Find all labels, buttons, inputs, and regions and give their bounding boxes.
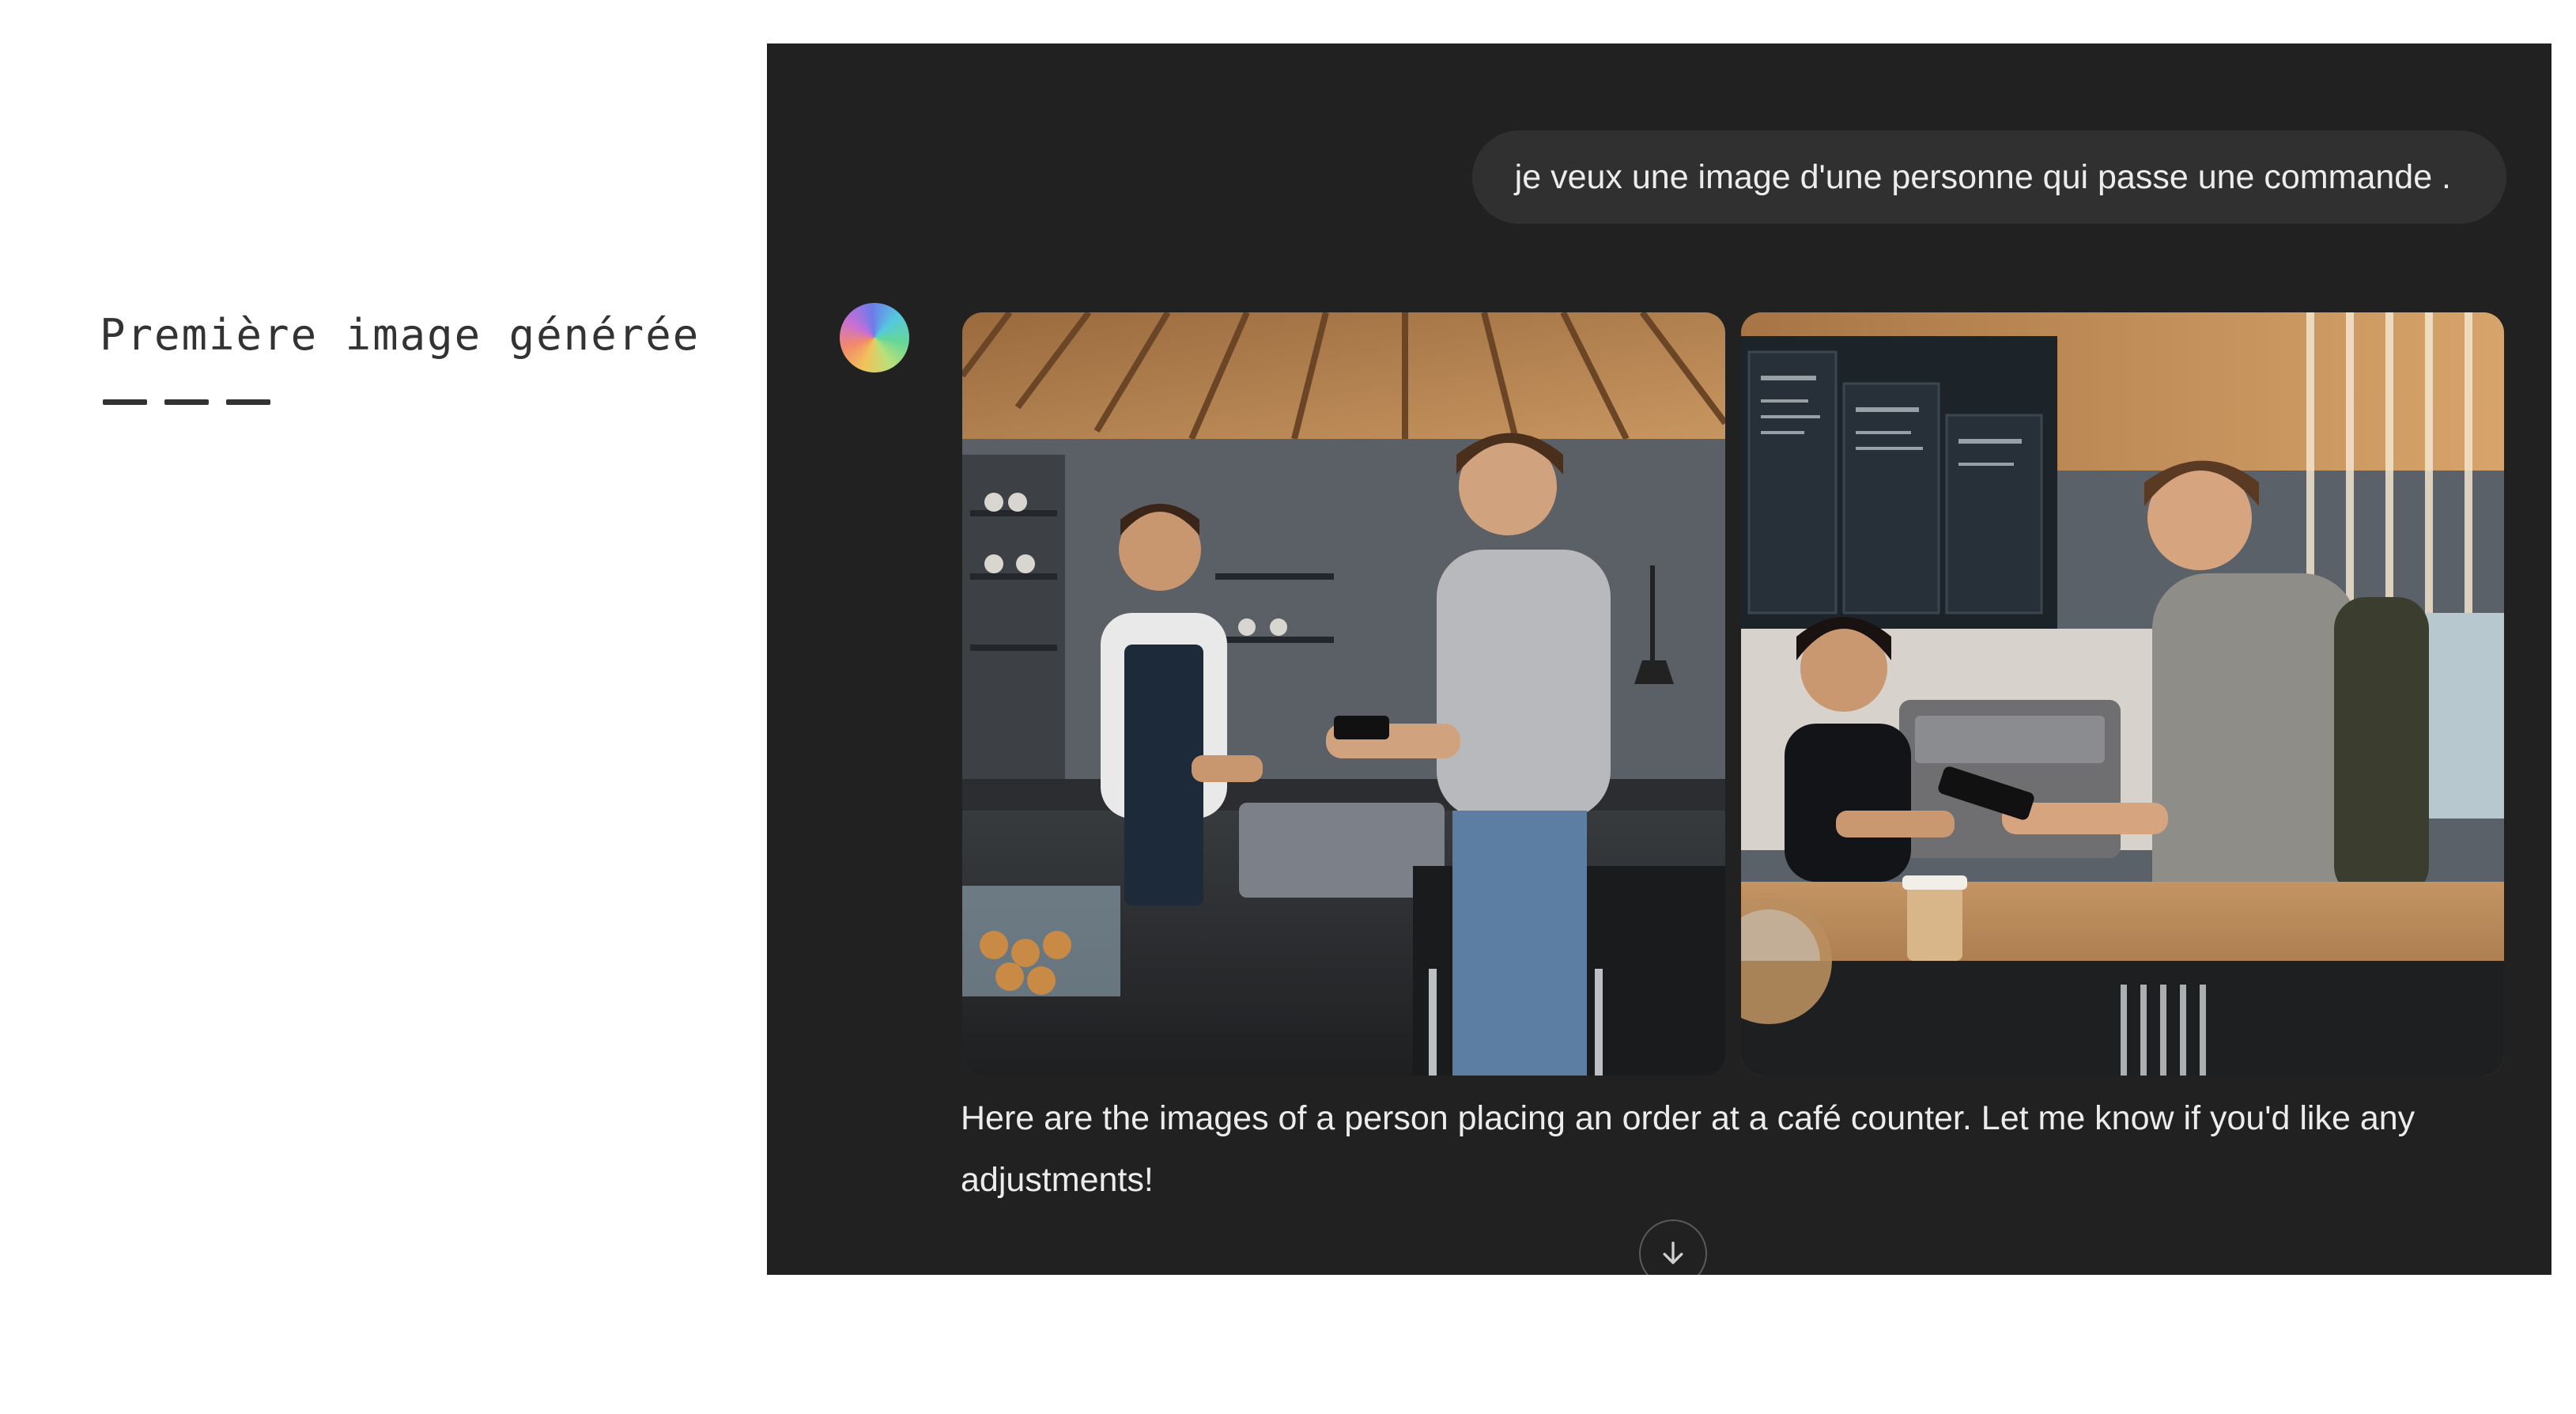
scroll-to-bottom-button[interactable] bbox=[1639, 1219, 1707, 1275]
generated-image-1[interactable] bbox=[962, 312, 1725, 1076]
generated-image-2[interactable] bbox=[1741, 312, 2504, 1076]
generated-images bbox=[962, 312, 2504, 1076]
cafe-scene-illustration bbox=[1741, 312, 2504, 1076]
dash bbox=[103, 399, 147, 405]
slide-title: Première image générée bbox=[100, 310, 701, 360]
dash bbox=[164, 399, 209, 405]
dash bbox=[226, 399, 270, 405]
user-message-bubble: je veux une image d'une personne qui pas… bbox=[1471, 130, 2506, 224]
user-message-text: je veux une image d'une personne qui pas… bbox=[1514, 157, 2451, 196]
chat-window: je veux une image d'une personne qui pas… bbox=[767, 43, 2551, 1275]
assistant-message-text: Here are the images of a person placing … bbox=[961, 1099, 2415, 1199]
arrow-down-icon bbox=[1663, 1242, 1683, 1265]
title-underline-dashes bbox=[103, 399, 270, 405]
cafe-scene-illustration bbox=[962, 312, 1725, 1076]
assistant-avatar-icon bbox=[840, 303, 909, 372]
